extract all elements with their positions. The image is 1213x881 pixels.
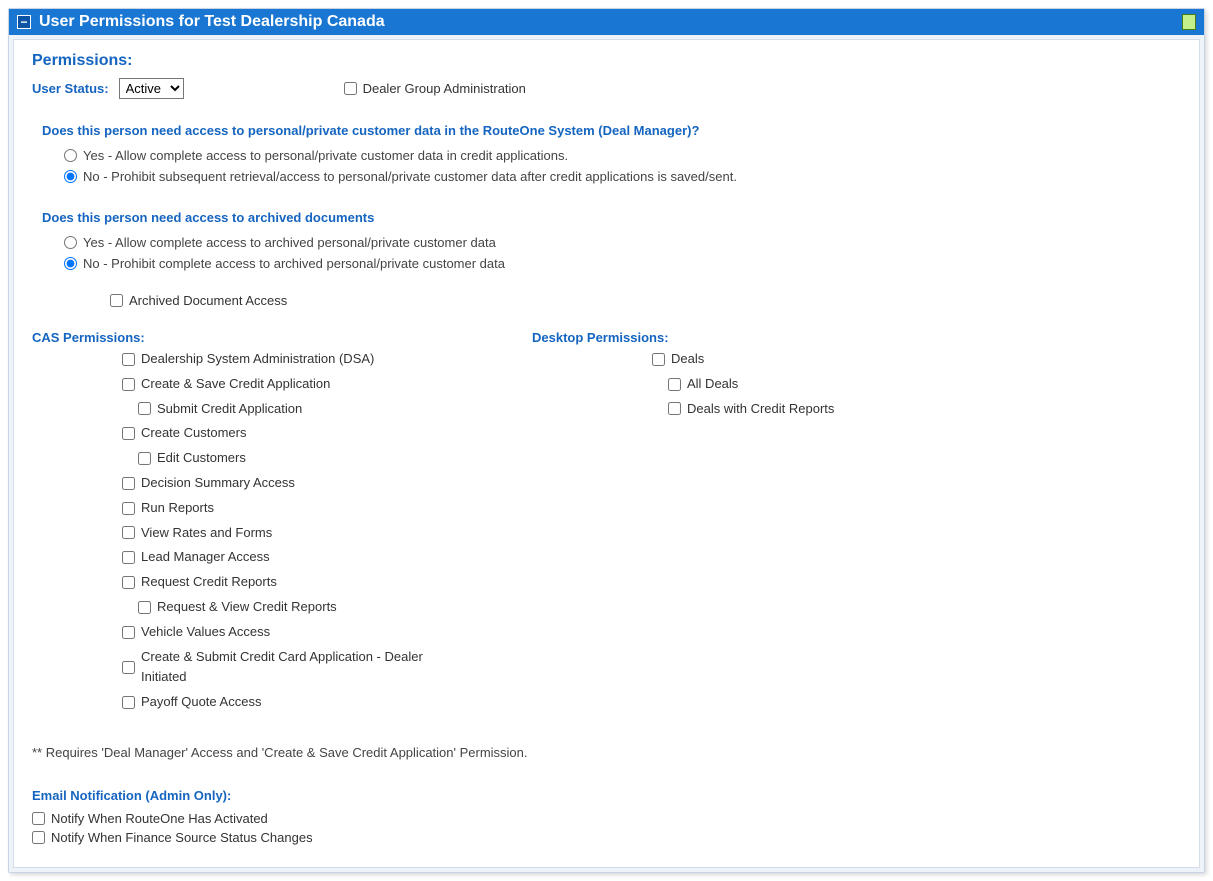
all-deals-label: All Deals: [687, 374, 738, 395]
user-status-label: User Status:: [32, 81, 109, 96]
decision-summary-label: Decision Summary Access: [141, 473, 295, 494]
q2-no-label: No - Prohibit complete access to archive…: [83, 256, 505, 271]
q1-yes-radio[interactable]: [64, 149, 77, 162]
run-reports-label: Run Reports: [141, 498, 214, 519]
user-permissions-panel: − User Permissions for Test Dealership C…: [8, 8, 1205, 873]
create-submit-cc-checkbox[interactable]: [122, 661, 135, 674]
q1-yes-label: Yes - Allow complete access to personal/…: [83, 148, 568, 163]
archived-document-access-checkbox[interactable]: [110, 294, 123, 307]
payoff-quote-checkbox[interactable]: [122, 696, 135, 709]
request-view-credit-reports-checkbox[interactable]: [138, 601, 151, 614]
notify-routeone-activated-checkbox[interactable]: [32, 812, 45, 825]
lead-manager-checkbox[interactable]: [122, 551, 135, 564]
q2-question: Does this person need access to archived…: [42, 210, 1181, 225]
archived-document-access-label: Archived Document Access: [129, 293, 287, 308]
submit-credit-app-checkbox[interactable]: [138, 402, 151, 415]
permissions-title: Permissions:: [32, 52, 1181, 70]
q1-no-radio[interactable]: [64, 170, 77, 183]
dealer-group-admin-label: Dealer Group Administration: [363, 81, 526, 96]
request-credit-reports-checkbox[interactable]: [122, 576, 135, 589]
lead-manager-label: Lead Manager Access: [141, 547, 270, 568]
panel-title: User Permissions for Test Dealership Can…: [39, 13, 385, 31]
request-view-credit-reports-label: Request & View Credit Reports: [157, 597, 337, 618]
edit-customers-label: Edit Customers: [157, 448, 246, 469]
panel-header: − User Permissions for Test Dealership C…: [9, 9, 1204, 35]
email-notification-title: Email Notification (Admin Only):: [32, 788, 1181, 803]
vehicle-values-checkbox[interactable]: [122, 626, 135, 639]
notify-finance-source-checkbox[interactable]: [32, 831, 45, 844]
submit-credit-app-label: Submit Credit Application: [157, 399, 302, 420]
payoff-quote-label: Payoff Quote Access: [141, 692, 261, 713]
desktop-permissions-title: Desktop Permissions:: [532, 330, 834, 345]
document-icon[interactable]: [1182, 14, 1196, 30]
user-status-select[interactable]: Active: [119, 78, 184, 99]
q1-question: Does this person need access to personal…: [42, 123, 1181, 138]
notify-finance-source-label: Notify When Finance Source Status Change…: [51, 830, 313, 845]
collapse-icon[interactable]: −: [17, 15, 31, 29]
dsa-label: Dealership System Administration (DSA): [141, 349, 374, 370]
q2-no-radio[interactable]: [64, 257, 77, 270]
view-rates-forms-label: View Rates and Forms: [141, 523, 272, 544]
deals-checkbox[interactable]: [652, 353, 665, 366]
view-rates-forms-checkbox[interactable]: [122, 526, 135, 539]
create-save-credit-app-checkbox[interactable]: [122, 378, 135, 391]
panel-body: Permissions: User Status: Active Dealer …: [13, 39, 1200, 868]
create-submit-cc-label: Create & Submit Credit Card Application …: [141, 647, 452, 689]
request-credit-reports-label: Request Credit Reports: [141, 572, 277, 593]
deals-credit-reports-checkbox[interactable]: [668, 402, 681, 415]
create-customers-label: Create Customers: [141, 423, 246, 444]
notify-routeone-activated-label: Notify When RouteOne Has Activated: [51, 811, 268, 826]
vehicle-values-label: Vehicle Values Access: [141, 622, 270, 643]
run-reports-checkbox[interactable]: [122, 502, 135, 515]
cas-permissions-title: CAS Permissions:: [32, 330, 452, 345]
footnote: ** Requires 'Deal Manager' Access and 'C…: [32, 745, 1181, 760]
create-save-credit-app-label: Create & Save Credit Application: [141, 374, 330, 395]
dsa-checkbox[interactable]: [122, 353, 135, 366]
deals-credit-reports-label: Deals with Credit Reports: [687, 399, 834, 420]
deals-label: Deals: [671, 349, 704, 370]
q2-yes-radio[interactable]: [64, 236, 77, 249]
q2-yes-label: Yes - Allow complete access to archived …: [83, 235, 496, 250]
create-customers-checkbox[interactable]: [122, 427, 135, 440]
edit-customers-checkbox[interactable]: [138, 452, 151, 465]
decision-summary-checkbox[interactable]: [122, 477, 135, 490]
dealer-group-admin-checkbox[interactable]: [344, 82, 357, 95]
q1-no-label: No - Prohibit subsequent retrieval/acces…: [83, 169, 737, 184]
all-deals-checkbox[interactable]: [668, 378, 681, 391]
